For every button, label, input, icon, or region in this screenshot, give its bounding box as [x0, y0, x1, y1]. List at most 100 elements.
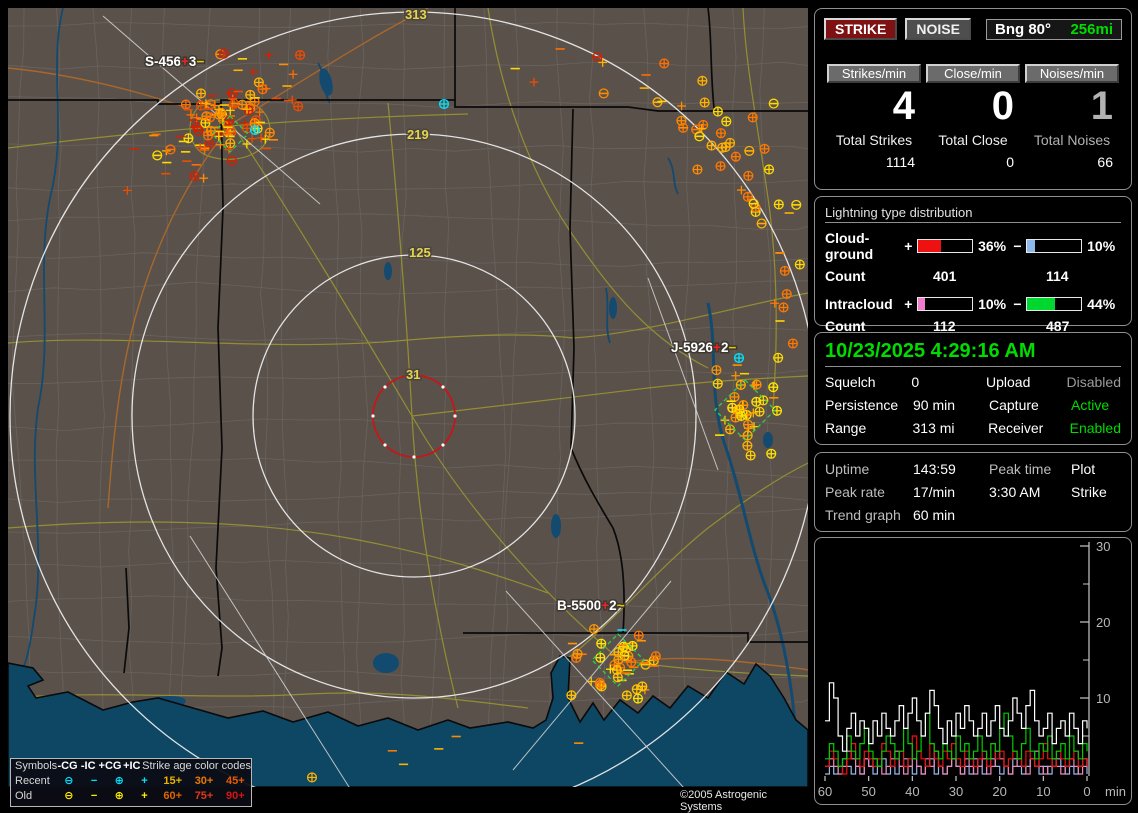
- strikes-per-min-column: Strikes/min 4 Total Strikes 1114: [827, 64, 921, 170]
- plot-label: Plot: [1071, 461, 1096, 477]
- circled-minus-icon: ⊖: [64, 790, 74, 802]
- legend-age-30: 30+: [194, 775, 214, 787]
- legend-age-header: Strike age color codes: [142, 760, 251, 772]
- lightning-distribution-panel: Lightning type distribution Cloud-ground…: [814, 196, 1132, 334]
- storm-cell-label: S-456+3−: [145, 54, 204, 69]
- trend-graph-value: 60 min: [913, 507, 956, 523]
- legend-header-pic: +IC: [123, 760, 141, 772]
- legend-age-90: 90+: [226, 790, 245, 802]
- strikes-per-min-value: 4: [892, 84, 915, 128]
- map-canvas[interactable]: 313 219 125 31 S-456+3− J-5926+2− B-5500+2~ Sy…: [8, 8, 808, 813]
- circled-minus-icon: ⊖: [64, 775, 74, 787]
- capture-label: Capture: [989, 397, 1039, 413]
- plus-icon: +: [141, 790, 148, 802]
- plus-icon: +: [141, 775, 148, 787]
- ring-label: 219: [407, 127, 429, 142]
- peak-time-value: 3:30 AM: [989, 484, 1041, 500]
- minus-icon: −: [90, 790, 98, 802]
- statistics-panel: Uptime 143:59 Peak time Plot Peak rate 1…: [814, 452, 1132, 532]
- ring-label: 31: [406, 367, 420, 382]
- trend-y-tick: 20: [1096, 615, 1110, 630]
- trend-graph-panel: 10 20 30 60 50 40 30 20 10 0 min: [814, 537, 1132, 805]
- total-strikes-value: 1114: [885, 154, 915, 170]
- total-noises-value: 66: [1097, 154, 1113, 170]
- circled-plus-icon: ⊕: [114, 775, 124, 787]
- bearing-range: 256mi: [1070, 20, 1113, 38]
- total-close-value: 0: [1006, 154, 1014, 170]
- legend-age-45: 45+: [226, 775, 245, 787]
- uptime-label: Uptime: [825, 461, 870, 477]
- squelch-value: 0: [911, 374, 920, 390]
- plus-sign: +: [904, 238, 913, 254]
- cg-minus-count: 114: [1046, 268, 1069, 284]
- noises-per-min-button[interactable]: Noises/min: [1025, 64, 1119, 83]
- squelch-label: Squelch: [825, 374, 876, 390]
- trend-x-tick: 40: [905, 784, 919, 799]
- lightning-map: 313 219 125 31 S-456+3− J-5926+2− B-5500+2~: [8, 8, 808, 805]
- capture-status: Active: [1071, 397, 1110, 413]
- minus-sign: −: [1013, 296, 1022, 312]
- ic-minus-percent: 44%: [1087, 296, 1116, 312]
- range-label: Range: [825, 420, 867, 436]
- trend-x-tick: 60: [818, 784, 832, 799]
- strikes-per-min-button[interactable]: Strikes/min: [827, 64, 921, 83]
- minus-sign: −: [1013, 238, 1022, 254]
- legend-header-ncg: -CG: [57, 760, 78, 772]
- plus-sign: +: [904, 296, 913, 312]
- trend-x-tick: 10: [1036, 784, 1050, 799]
- trend-x-unit: min: [1105, 784, 1126, 799]
- status-panel: 10/23/2025 4:29:16 AM Squelch 0 Upload D…: [814, 332, 1132, 445]
- storm-cell-label: J-5926+2−: [671, 340, 736, 355]
- ic-plus-bar: [916, 297, 974, 311]
- noises-per-min-column: Noises/min 1 Total Noises 66: [1025, 64, 1119, 170]
- total-noises-label: Total Noises: [1033, 132, 1111, 148]
- total-strikes-label: Total Strikes: [835, 132, 913, 148]
- persistence-value: 90 min: [913, 397, 956, 413]
- strike-button[interactable]: STRIKE: [824, 18, 898, 40]
- trend-x-tick: 0: [1083, 784, 1090, 799]
- peak-rate-label: Peak rate: [825, 484, 885, 500]
- peak-rate-value: 17/min: [913, 484, 956, 500]
- map-ground: [8, 8, 808, 787]
- legend-header-nic: -IC: [80, 760, 96, 772]
- receiver-label: Receiver: [988, 420, 1044, 436]
- uptime-value: 143:59: [913, 461, 956, 477]
- cloud-ground-label: Cloud-ground: [825, 230, 874, 262]
- trend-chart: 10 20 30 60 50 40 30 20 10 0 min: [818, 539, 1126, 799]
- trend-y-tick: 30: [1096, 539, 1110, 554]
- noise-button[interactable]: NOISE: [905, 18, 971, 40]
- legend-recent-label: Recent: [15, 775, 50, 787]
- ring-label: 313: [405, 8, 427, 22]
- cg-plus-bar: [916, 239, 974, 253]
- legend-age-15: 15+: [163, 775, 183, 787]
- legend-age-60: 60+: [163, 790, 183, 802]
- persistence-label: Persistence: [825, 397, 899, 413]
- count-label: Count: [825, 268, 866, 284]
- bearing-label: Bng 80°: [995, 20, 1052, 38]
- close-per-min-column: Close/min 0 Total Close 0: [926, 64, 1020, 170]
- cg-plus-count: 401: [933, 268, 957, 284]
- cg-minus-bar: [1025, 239, 1083, 253]
- symbol-legend: Symbols -CG -IC +CG +IC Strike age color…: [10, 758, 252, 807]
- upload-status: Disabled: [1066, 374, 1121, 390]
- distribution-title: Lightning type distribution: [825, 205, 1121, 223]
- range-value: 313 mi: [912, 420, 955, 436]
- trend-y-tick: 10: [1096, 691, 1110, 706]
- trend-x-tick: 30: [949, 784, 963, 799]
- receiver-status: Enabled: [1069, 420, 1121, 436]
- legend-header-pcg: +CG: [98, 760, 122, 772]
- ic-plus-percent: 10%: [978, 296, 1007, 312]
- ic-minus-bar: [1025, 297, 1083, 311]
- ring-label: 125: [409, 245, 431, 260]
- strike-counters-panel: STRIKE NOISE Bng 80° 256mi Strikes/min 4…: [814, 8, 1132, 190]
- cg-minus-percent: 10%: [1087, 238, 1116, 254]
- trend-graph-label: Trend graph: [825, 507, 901, 523]
- plot-type-value: Strike: [1071, 484, 1107, 500]
- bearing-readout: Bng 80° 256mi: [986, 18, 1122, 40]
- datetime-display: 10/23/2025 4:29:16 AM: [825, 340, 1121, 367]
- peak-time-label: Peak time: [989, 461, 1052, 477]
- close-per-min-button[interactable]: Close/min: [926, 64, 1020, 83]
- cg-plus-percent: 36%: [978, 238, 1007, 254]
- legend-age-75: 75+: [194, 790, 214, 802]
- circled-plus-icon: ⊕: [114, 790, 124, 802]
